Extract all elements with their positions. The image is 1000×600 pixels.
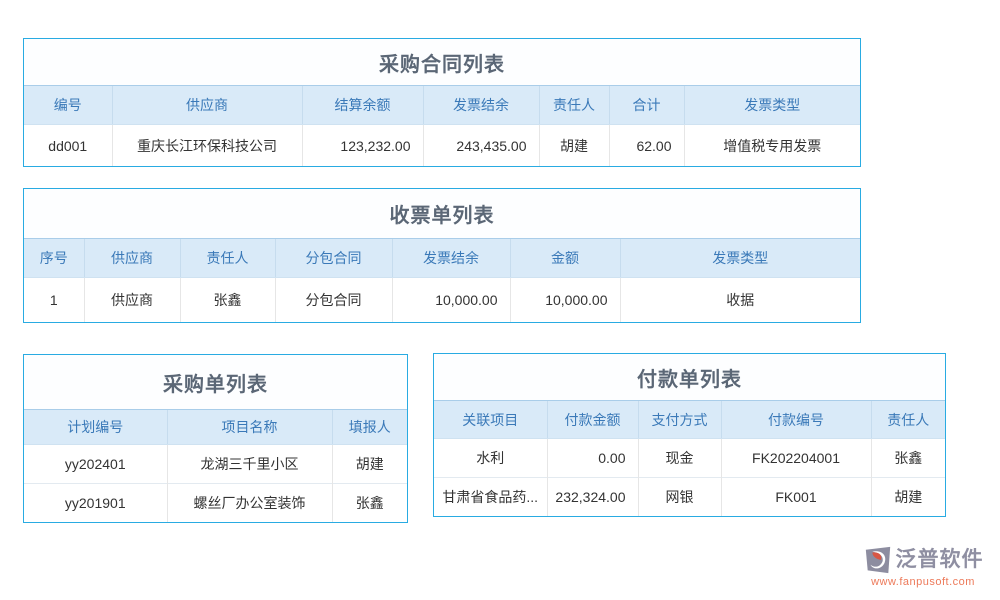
cell-contract-no: dd001 — [24, 125, 112, 167]
header-row: 关联项目 付款金额 支付方式 付款编号 责任人 — [434, 401, 945, 439]
header-row: 序号 供应商 责任人 分包合同 发票结余 金额 发票类型 — [24, 239, 860, 278]
cell-related-project: 水利 — [434, 439, 547, 478]
column-header: 发票结余 — [423, 86, 539, 125]
table-row[interactable]: 甘肃省食品药... 232,324.00 网银 FK001 胡建 — [434, 478, 945, 517]
cell-payment-amount: 232,324.00 — [547, 478, 638, 517]
cell-payment-method: 网银 — [638, 478, 721, 517]
purchase-order-title: 采购单列表 — [24, 355, 407, 409]
payment-order-title: 付款单列表 — [434, 354, 945, 400]
cell-responsible: 胡建 — [539, 125, 609, 167]
column-header: 支付方式 — [638, 401, 721, 439]
cell-settlement-balance: 123,232.00 — [302, 125, 423, 167]
cell-invoice-type: 收据 — [620, 278, 860, 323]
column-header: 序号 — [24, 239, 84, 278]
column-header: 责任人 — [539, 86, 609, 125]
cell-invoice-balance: 243,435.00 — [423, 125, 539, 167]
purchase-order-table: 采购单列表 计划编号 项目名称 填报人 yy202401 龙湖三千里小区 胡建 … — [23, 354, 408, 523]
cell-supplier: 重庆长江环保科技公司 — [112, 125, 302, 167]
column-header: 分包合同 — [275, 239, 392, 278]
fanpu-logo-icon — [863, 545, 893, 575]
column-header: 结算余额 — [302, 86, 423, 125]
column-header: 付款金额 — [547, 401, 638, 439]
column-header: 填报人 — [332, 410, 407, 445]
cell-amount: 10,000.00 — [510, 278, 620, 323]
cell-payment-no: FK001 — [721, 478, 871, 517]
column-header: 供应商 — [112, 86, 302, 125]
column-header: 供应商 — [84, 239, 180, 278]
column-header: 付款编号 — [721, 401, 871, 439]
header-row: 计划编号 项目名称 填报人 — [24, 410, 407, 445]
column-header: 责任人 — [180, 239, 275, 278]
cell-related-project: 甘肃省食品药... — [434, 478, 547, 517]
column-header: 编号 — [24, 86, 112, 125]
cell-invoice-balance: 10,000.00 — [392, 278, 510, 323]
column-header: 合计 — [609, 86, 684, 125]
table-row[interactable]: 1 供应商 张鑫 分包合同 10,000.00 10,000.00 收据 — [24, 278, 860, 323]
cell-project-name: 龙湖三千里小区 — [167, 445, 332, 484]
column-header: 金额 — [510, 239, 620, 278]
cell-filler: 张鑫 — [332, 484, 407, 523]
header-row: 编号 供应商 结算余额 发票结余 责任人 合计 发票类型 — [24, 86, 860, 125]
receipt-table: 收票单列表 序号 供应商 责任人 分包合同 发票结余 金额 发票类型 1 供应商… — [23, 188, 861, 323]
cell-seq-no: 1 — [24, 278, 84, 323]
column-header: 发票结余 — [392, 239, 510, 278]
table-row[interactable]: dd001 重庆长江环保科技公司 123,232.00 243,435.00 胡… — [24, 125, 860, 167]
table-row[interactable]: yy201901 螺丝厂办公室装饰 张鑫 — [24, 484, 407, 523]
purchase-contract-table: 采购合同列表 编号 供应商 结算余额 发票结余 责任人 合计 发票类型 dd00… — [23, 38, 861, 167]
column-header: 项目名称 — [167, 410, 332, 445]
cell-payment-amount: 0.00 — [547, 439, 638, 478]
brand-url[interactable]: www.fanpusoft.com — [852, 576, 994, 588]
cell-responsible: 胡建 — [871, 478, 945, 517]
cell-filler: 胡建 — [332, 445, 407, 484]
table-row[interactable]: yy202401 龙湖三千里小区 胡建 — [24, 445, 407, 484]
cell-plan-no: yy201901 — [24, 484, 167, 523]
cell-project-name: 螺丝厂办公室装饰 — [167, 484, 332, 523]
column-header: 责任人 — [871, 401, 945, 439]
purchase-contract-title: 采购合同列表 — [24, 39, 860, 85]
cell-invoice-type: 增值税专用发票 — [684, 125, 860, 167]
receipt-title: 收票单列表 — [24, 189, 860, 238]
cell-responsible: 张鑫 — [871, 439, 945, 478]
cell-supplier: 供应商 — [84, 278, 180, 323]
column-header: 发票类型 — [684, 86, 860, 125]
cell-plan-no: yy202401 — [24, 445, 167, 484]
column-header: 计划编号 — [24, 410, 167, 445]
cell-payment-method: 现金 — [638, 439, 721, 478]
cell-responsible: 张鑫 — [180, 278, 275, 323]
column-header: 关联项目 — [434, 401, 547, 439]
brand-name: 泛普软件 — [896, 545, 984, 575]
cell-total: 62.00 — [609, 125, 684, 167]
column-header: 发票类型 — [620, 239, 860, 278]
cell-payment-no: FK202204001 — [721, 439, 871, 478]
brand-footer: 泛普软件 www.fanpusoft.com — [852, 545, 994, 588]
cell-subcontract: 分包合同 — [275, 278, 392, 323]
table-row[interactable]: 水利 0.00 现金 FK202204001 张鑫 — [434, 439, 945, 478]
payment-order-table: 付款单列表 关联项目 付款金额 支付方式 付款编号 责任人 水利 0.00 现金… — [433, 353, 946, 517]
